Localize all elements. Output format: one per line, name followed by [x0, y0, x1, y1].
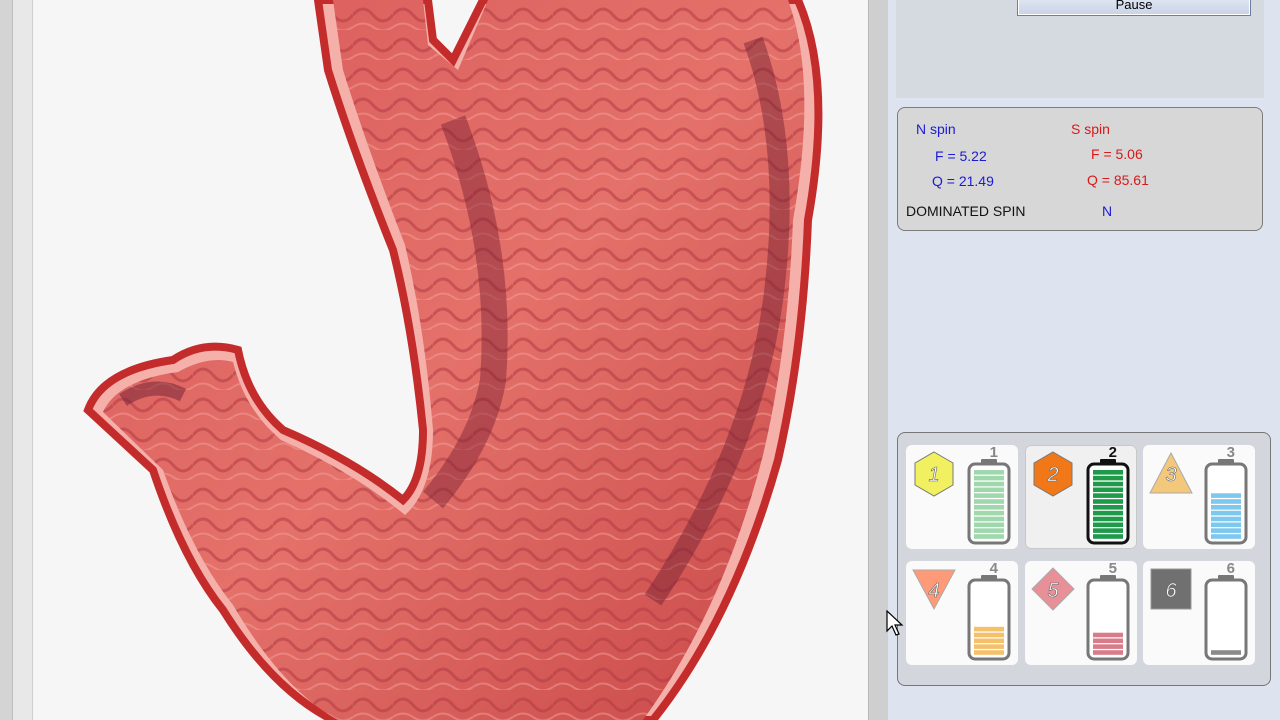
n-spin-f: F = 5.22: [935, 148, 987, 164]
s-spin-q: Q = 85.61: [1087, 172, 1149, 188]
battery-cell-1[interactable]: 11: [906, 444, 1018, 549]
n-spin-q: Q = 21.49: [932, 173, 994, 189]
mouse-cursor-icon: [886, 610, 904, 636]
hexagon-badge-icon: 2: [1033, 451, 1073, 497]
triangle-up-badge-icon: 3: [1149, 451, 1193, 494]
svg-text:1: 1: [928, 464, 939, 486]
battery-icon: [967, 459, 1011, 545]
s-spin-label: S spin: [1071, 121, 1110, 137]
triangle-down-badge-icon: 4: [912, 569, 956, 611]
battery-icon: [1086, 459, 1130, 545]
hexagon-badge-icon: 1: [914, 451, 954, 497]
svg-text:6: 6: [1165, 580, 1177, 602]
battery-cell-5[interactable]: 55: [1025, 560, 1137, 665]
battery-cell-3[interactable]: 33: [1143, 444, 1255, 549]
dominated-spin-label: DOMINATED SPIN: [906, 203, 1026, 219]
dominated-spin-value: N: [1102, 203, 1113, 219]
pause-button[interactable]: Pause: [1017, 0, 1251, 16]
stomach-illustration: [83, 0, 823, 720]
battery-cell-4[interactable]: 44: [906, 560, 1018, 665]
battery-icon: [1204, 459, 1248, 545]
battery-icon: [967, 575, 1011, 661]
organ-viewer: [32, 0, 869, 720]
left-margin: [12, 0, 33, 720]
battery-icon: [1086, 575, 1130, 661]
svg-text:3: 3: [1165, 464, 1176, 486]
svg-text:2: 2: [1046, 464, 1058, 486]
n-spin-label: N spin: [916, 121, 956, 137]
diamond-badge-icon: 5: [1031, 567, 1075, 611]
battery-cell-6[interactable]: 66: [1143, 560, 1255, 665]
battery-cell-2[interactable]: 22: [1025, 444, 1137, 549]
battery-icon: [1204, 575, 1248, 661]
battery-panel: 112233 445566: [897, 432, 1271, 686]
svg-text:4: 4: [928, 580, 939, 602]
window-left-frame: [0, 0, 12, 720]
s-spin-f: F = 5.06: [1091, 146, 1143, 162]
svg-text:5: 5: [1047, 580, 1059, 602]
square-badge-icon: 6: [1150, 568, 1192, 610]
spin-info-panel: N spin F = 5.22 Q = 21.49 S spin F = 5.0…: [897, 107, 1263, 231]
